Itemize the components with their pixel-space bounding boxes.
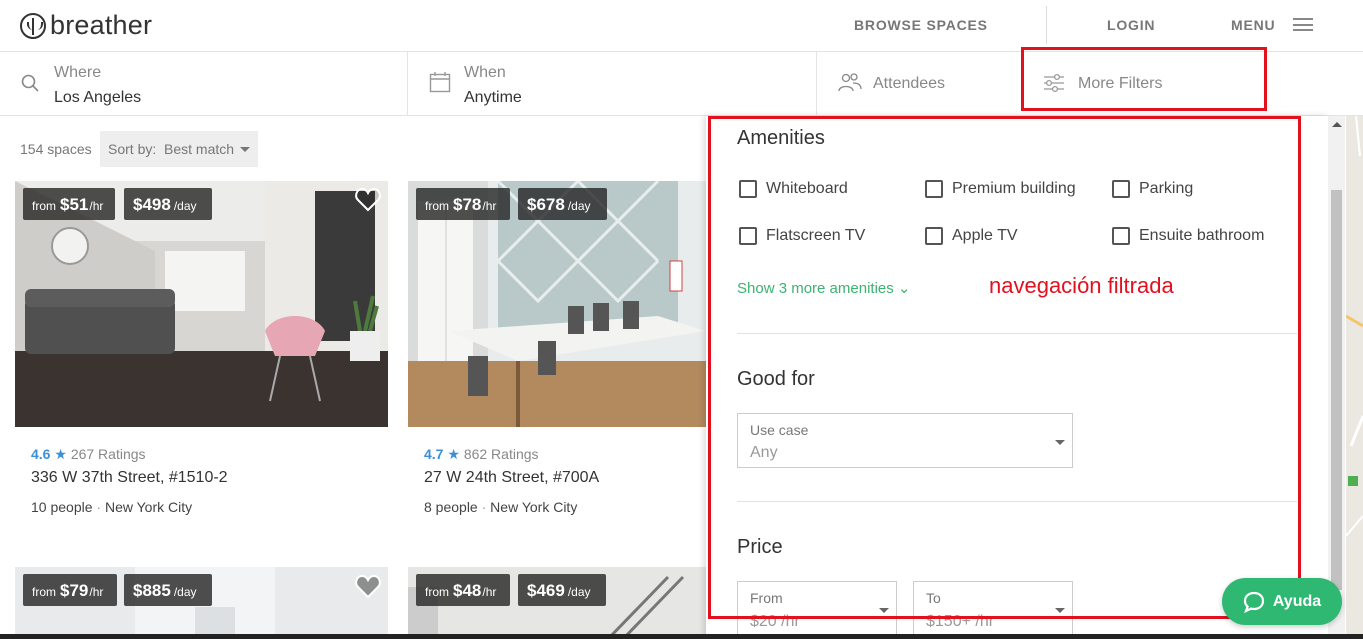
map-view[interactable] <box>1346 116 1363 639</box>
map-tiles <box>1346 116 1363 639</box>
where-value: Los Angeles <box>54 89 142 106</box>
where-label: Where <box>54 64 102 81</box>
screen-bottom-edge <box>0 634 1363 639</box>
hourly-price: $79 <box>60 581 89 600</box>
daily-price: $469 <box>527 581 565 600</box>
favorite-heart-icon[interactable] <box>355 575 381 599</box>
capacity: 8 people <box>424 499 478 515</box>
space-meta: 10 people · New York City <box>31 499 192 515</box>
daily-price-tag: $469 /day <box>518 574 606 606</box>
scroll-up-arrow-icon[interactable] <box>1332 122 1342 127</box>
daily-price: $498 <box>133 195 171 214</box>
hourly-price: $78 <box>453 195 482 214</box>
daily-price-tag: $885 /day <box>124 574 212 606</box>
daily-price: $678 <box>527 195 565 214</box>
hamburger-icon[interactable] <box>1293 18 1313 31</box>
hourly-price-tag: from $48 /hr <box>416 574 510 606</box>
star-icon: ★ <box>54 446 67 462</box>
rating-value: 4.7 <box>424 446 444 462</box>
help-chat-button[interactable]: Ayuda <box>1222 578 1342 625</box>
price-unit: /day <box>567 199 591 213</box>
price-unit: /day <box>567 585 591 599</box>
price-prefix: from <box>425 585 449 599</box>
rating-row: 4.7 ★ 862 Ratings <box>424 446 539 463</box>
price-unit: /hr <box>89 585 104 599</box>
hourly-price-tag: from $78 /hr <box>416 188 510 220</box>
city: New York City <box>490 499 578 515</box>
rating-row: 4.6 ★ 267 Ratings <box>31 446 146 463</box>
price-unit: /day <box>173 199 197 213</box>
results-count: 154 spaces <box>20 141 92 157</box>
attendees-label: Attendees <box>873 75 946 92</box>
price-unit: /day <box>173 585 197 599</box>
hourly-price-tag: from $79 /hr <box>23 574 117 606</box>
chat-bubble-icon <box>1243 591 1264 613</box>
when-label: When <box>464 64 506 81</box>
daily-price: $885 <box>133 581 171 600</box>
daily-price-tag: $678 /day <box>518 188 607 220</box>
sort-value: Best match <box>164 141 235 157</box>
nav-menu[interactable]: MENU <box>1231 17 1275 33</box>
top-header: breather BROWSE SPACES LOGIN MENU <box>0 0 1363 52</box>
meta-separator: · <box>481 499 491 515</box>
daily-price-tag: $498 /day <box>124 188 212 220</box>
help-label: Ayuda <box>1272 592 1322 610</box>
city: New York City <box>104 499 193 515</box>
hourly-price: $48 <box>453 581 482 600</box>
rating-value: 4.6 <box>31 446 51 462</box>
annotation-box-filter-panel <box>708 116 1301 619</box>
price-prefix: from <box>32 585 56 599</box>
tree-logo-icon <box>20 12 46 39</box>
sort-label: Sort by: <box>108 141 157 157</box>
price-unit: /hr <box>482 585 497 599</box>
when-field[interactable]: When Anytime <box>408 52 816 116</box>
star-icon: ★ <box>447 446 460 462</box>
people-icon <box>838 73 862 92</box>
annotation-box-more-filters <box>1021 47 1267 111</box>
nav-browse-spaces[interactable]: BROWSE SPACES <box>854 17 988 33</box>
scroll-thumb[interactable] <box>1331 190 1342 590</box>
sort-dropdown[interactable]: Sort by: Best match <box>100 131 258 167</box>
chevron-down-icon <box>240 147 250 152</box>
brand-name: breather <box>50 10 153 40</box>
when-value: Anytime <box>464 89 522 106</box>
capacity: 10 people <box>31 499 93 515</box>
nav-login[interactable]: LOGIN <box>1107 17 1155 33</box>
price-prefix: from <box>425 199 449 213</box>
space-meta: 8 people · New York City <box>424 499 577 515</box>
meta-separator: · <box>96 499 105 515</box>
hourly-price-tag: from $51 /hr <box>23 188 115 220</box>
brand-logo[interactable]: breather <box>20 10 152 41</box>
where-field[interactable]: Where Los Angeles <box>0 52 407 116</box>
hourly-price: $51 <box>60 195 89 214</box>
space-address[interactable]: 27 W 24th Street, #700A <box>424 469 599 487</box>
calendar-icon <box>429 72 451 93</box>
ratings-count: 862 Ratings <box>463 446 539 462</box>
price-unit: /hr <box>89 199 104 213</box>
nav-divider <box>1046 6 1047 44</box>
ratings-count: 267 Ratings <box>70 446 146 462</box>
favorite-heart-icon[interactable] <box>355 188 381 212</box>
price-unit: /hr <box>482 199 497 213</box>
search-icon <box>21 74 39 92</box>
price-prefix: from <box>32 199 56 213</box>
space-address[interactable]: 336 W 37th Street, #1510-2 <box>31 469 228 487</box>
annotation-text: navegación filtrada <box>989 273 1174 298</box>
attendees-field[interactable]: Attendees <box>817 52 1022 116</box>
